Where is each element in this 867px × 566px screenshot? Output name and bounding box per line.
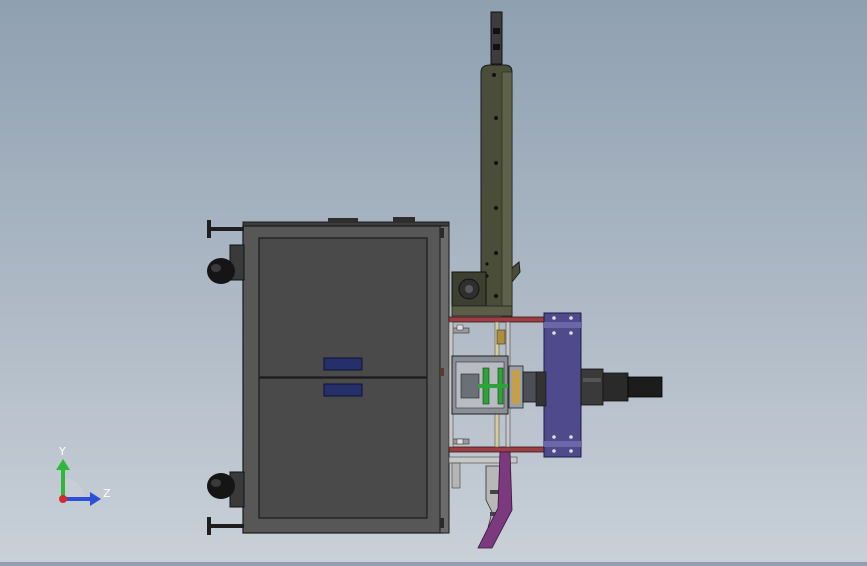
mounting-plate[interactable] bbox=[543, 312, 582, 458]
cad-graphics-viewport[interactable]: Y Z bbox=[0, 0, 867, 562]
caster-top[interactable] bbox=[207, 220, 245, 284]
caster-bottom[interactable] bbox=[207, 471, 245, 535]
lower-bracket[interactable] bbox=[448, 451, 518, 549]
cabinet[interactable] bbox=[242, 217, 450, 534]
handle-upper bbox=[323, 357, 363, 371]
orientation-triad: Y Z bbox=[56, 445, 111, 506]
triad-y-label: Y bbox=[58, 445, 66, 458]
vertical-arm[interactable] bbox=[451, 11, 521, 318]
handle-lower bbox=[323, 383, 363, 397]
triad-z-label: Z bbox=[103, 487, 111, 500]
